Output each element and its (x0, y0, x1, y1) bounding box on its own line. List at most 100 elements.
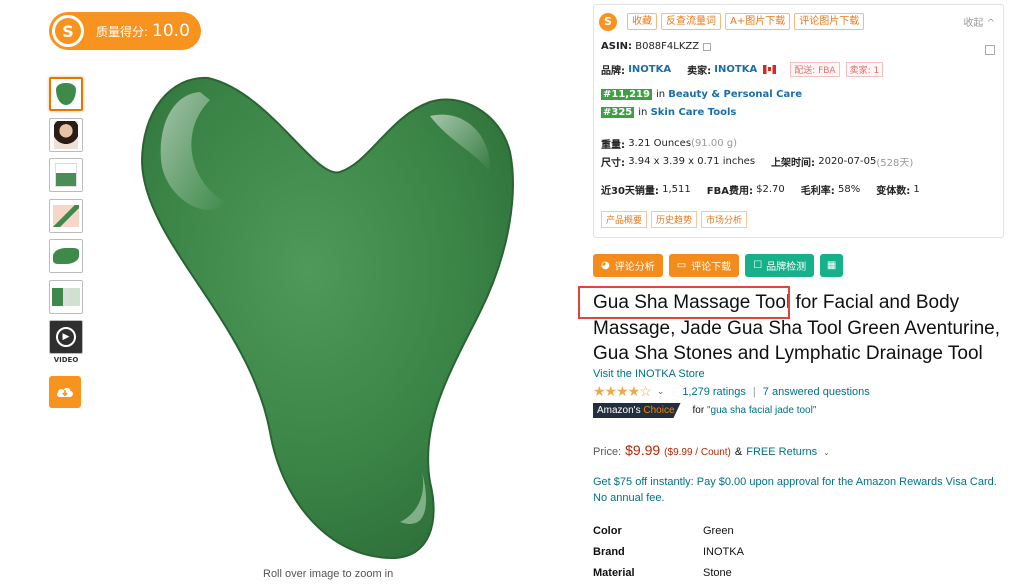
choice-search-term[interactable]: "gua sha facial jade tool" (707, 405, 816, 416)
plugin-tabs: 产品概要 历史趋势 市场分析 (601, 211, 751, 228)
thumbnail-2[interactable] (49, 117, 83, 152)
review-download-label: 评论下载 (691, 262, 732, 273)
comment-icon: ▭ (676, 260, 687, 271)
weight-label: 重量: (601, 140, 625, 151)
separator: | (752, 385, 756, 398)
fulfillment-tag: 配送: FBA (790, 62, 840, 77)
plugin-action-buttons: ◕ 评论分析 ▭ 评论下载 ☐ 品牌检测 ▦ (593, 254, 849, 277)
unit-price: ($9.99 / Count) (664, 447, 731, 458)
seller-count-tag: 卖家: 1 (845, 62, 884, 77)
zoom-hint: Roll over image to zoom in (263, 568, 394, 580)
spec-row-material: Material Stone (593, 562, 744, 583)
main-product-image[interactable] (130, 72, 520, 562)
thumbnail-strip: ▶ VIDEO (49, 77, 83, 408)
rank-1: #11,219 (601, 89, 652, 100)
calculator-button[interactable]: ▦ (820, 254, 844, 277)
listed-date: 2020-07-05 (818, 156, 877, 167)
size-value: 3.94 x 3.39 x 0.71 inches (628, 156, 756, 167)
canada-flag-icon (763, 65, 777, 74)
review-analysis-button[interactable]: ◕ 评论分析 (593, 254, 663, 277)
size-label: 尺寸: (601, 158, 625, 169)
aplus-download-button[interactable]: A+图片下载 (725, 13, 791, 30)
free-returns-link[interactable]: FREE Returns (746, 446, 817, 458)
quality-score-badge: S 质量得分: 10.0 (49, 12, 201, 50)
choice-for: for (692, 405, 705, 416)
fba-value: $2.70 (756, 184, 785, 195)
thumbnail-4[interactable] (49, 198, 83, 233)
price-label: Price: (593, 446, 622, 458)
price-row: Price: $9.99 ($9.99 / Count) & FREE Retu… (593, 442, 830, 458)
listed-days: (528天) (876, 158, 914, 169)
copy-icon[interactable] (703, 42, 712, 51)
plugin-logo-icon: S (599, 12, 617, 31)
choice-prefix: Amazon's (597, 405, 641, 416)
seller-label: 卖家: (687, 66, 712, 77)
metrics-row: 近30天销量: 1,511 FBA费用: $2.70 毛利率: 58% 变体数:… (601, 182, 920, 197)
reverse-keyword-button[interactable]: 反查流量词 (661, 13, 721, 30)
variants-label: 变体数: (876, 186, 911, 197)
video-label: VIDEO (53, 355, 79, 364)
weight-value: 3.21 Ounces (628, 138, 692, 149)
review-analysis-label: 评论分析 (614, 262, 655, 273)
chevron-down-icon[interactable]: ⌄ (657, 386, 665, 397)
quality-score: 10.0 (152, 21, 190, 41)
quality-label: 质量得分: (96, 24, 149, 39)
answered-questions-link[interactable]: 7 answered questions (763, 386, 870, 398)
brand-label: 品牌: (601, 66, 625, 77)
rank-1-in: in (655, 89, 666, 100)
collapse-button[interactable]: 收起 ^ (963, 14, 995, 29)
tab-market-analysis[interactable]: 市场分析 (701, 211, 748, 228)
choice-word: Choice (643, 405, 675, 416)
rating-row: ★★★★☆ ⌄ 1,279 ratings | 7 answered quest… (593, 383, 870, 400)
spec-value: INOTKA (703, 545, 744, 558)
tab-history-trend[interactable]: 历史趋势 (651, 211, 698, 228)
settings-icon[interactable] (985, 45, 995, 55)
ratings-link[interactable]: 1,279 ratings (682, 386, 746, 398)
thumbnail-1[interactable] (49, 77, 83, 111)
seller-plugin-panel: S 收藏 反查流量词 A+图片下载 评论图片下载 收起 ^ ASIN: B088… (593, 4, 1004, 238)
plugin-toolbar: S 收藏 反查流量词 A+图片下载 评论图片下载 收起 ^ (594, 5, 1003, 33)
play-icon: ▶ (56, 327, 76, 347)
review-download-button[interactable]: ▭ 评论下载 (668, 254, 740, 277)
brand-check-button[interactable]: ☐ 品牌检测 (745, 254, 815, 277)
spec-key: Material (593, 566, 635, 579)
download-images-button[interactable] (49, 375, 81, 408)
tab-product-summary[interactable]: 产品概要 (601, 211, 648, 228)
fba-label: FBA费用: (706, 186, 753, 197)
title-highlight-box (578, 286, 790, 319)
seller-link[interactable]: INOTKA (714, 64, 757, 75)
thumbnail-5[interactable] (49, 239, 83, 273)
listed-label: 上架时间: (771, 158, 816, 169)
thumbnail-6[interactable] (49, 279, 83, 314)
rewards-card-promo[interactable]: Get $75 off instantly: Pay $0.00 upon ap… (593, 474, 1003, 506)
thumbnail-3[interactable] (49, 158, 83, 192)
rank-2-category[interactable]: Skin Care Tools (651, 107, 737, 118)
margin-value: 58% (837, 184, 861, 195)
size-row: 尺寸: 3.94 x 3.39 x 0.71 inches 上架时间: 2020… (601, 154, 913, 169)
spec-row-color: Color Green (593, 520, 744, 541)
rank-2-in: in (638, 107, 648, 118)
brand-link[interactable]: INOTKA (628, 64, 671, 75)
asin-value: B088F4LKZZ (635, 41, 700, 52)
rank-row-1: #11,219 in Beauty & Personal Care (601, 89, 802, 100)
weight-grams: (91.00 g) (691, 138, 738, 149)
asin-row: ASIN: B088F4LKZZ (601, 41, 712, 52)
video-thumbnail[interactable]: ▶ (49, 320, 83, 354)
review-image-download-button[interactable]: 评论图片下载 (794, 13, 865, 30)
cloud-download-icon (56, 387, 73, 397)
product-specs: Color Green Brand INOTKA Material Stone (593, 520, 744, 583)
price-value: $9.99 (625, 442, 661, 458)
calculator-icon: ▦ (826, 260, 837, 271)
store-link[interactable]: Visit the INOTKA Store (593, 368, 705, 380)
spec-key: Brand (593, 545, 625, 558)
spec-key: Color (593, 524, 622, 537)
ampersand: & (734, 446, 743, 458)
margin-label: 毛利率: (800, 186, 835, 197)
chevron-down-icon[interactable]: ⌄ (823, 448, 830, 457)
rank-1-category[interactable]: Beauty & Personal Care (668, 89, 802, 100)
rank-row-2: #325 in Skin Care Tools (601, 107, 736, 118)
brand-row: 品牌: INOTKA 卖家: INOTKA 配送: FBA 卖家: 1 (601, 62, 884, 77)
star-rating-icon[interactable]: ★★★★☆ (593, 383, 652, 400)
checkbox-icon: ☐ (753, 260, 763, 271)
favorite-button[interactable]: 收藏 (627, 13, 657, 30)
